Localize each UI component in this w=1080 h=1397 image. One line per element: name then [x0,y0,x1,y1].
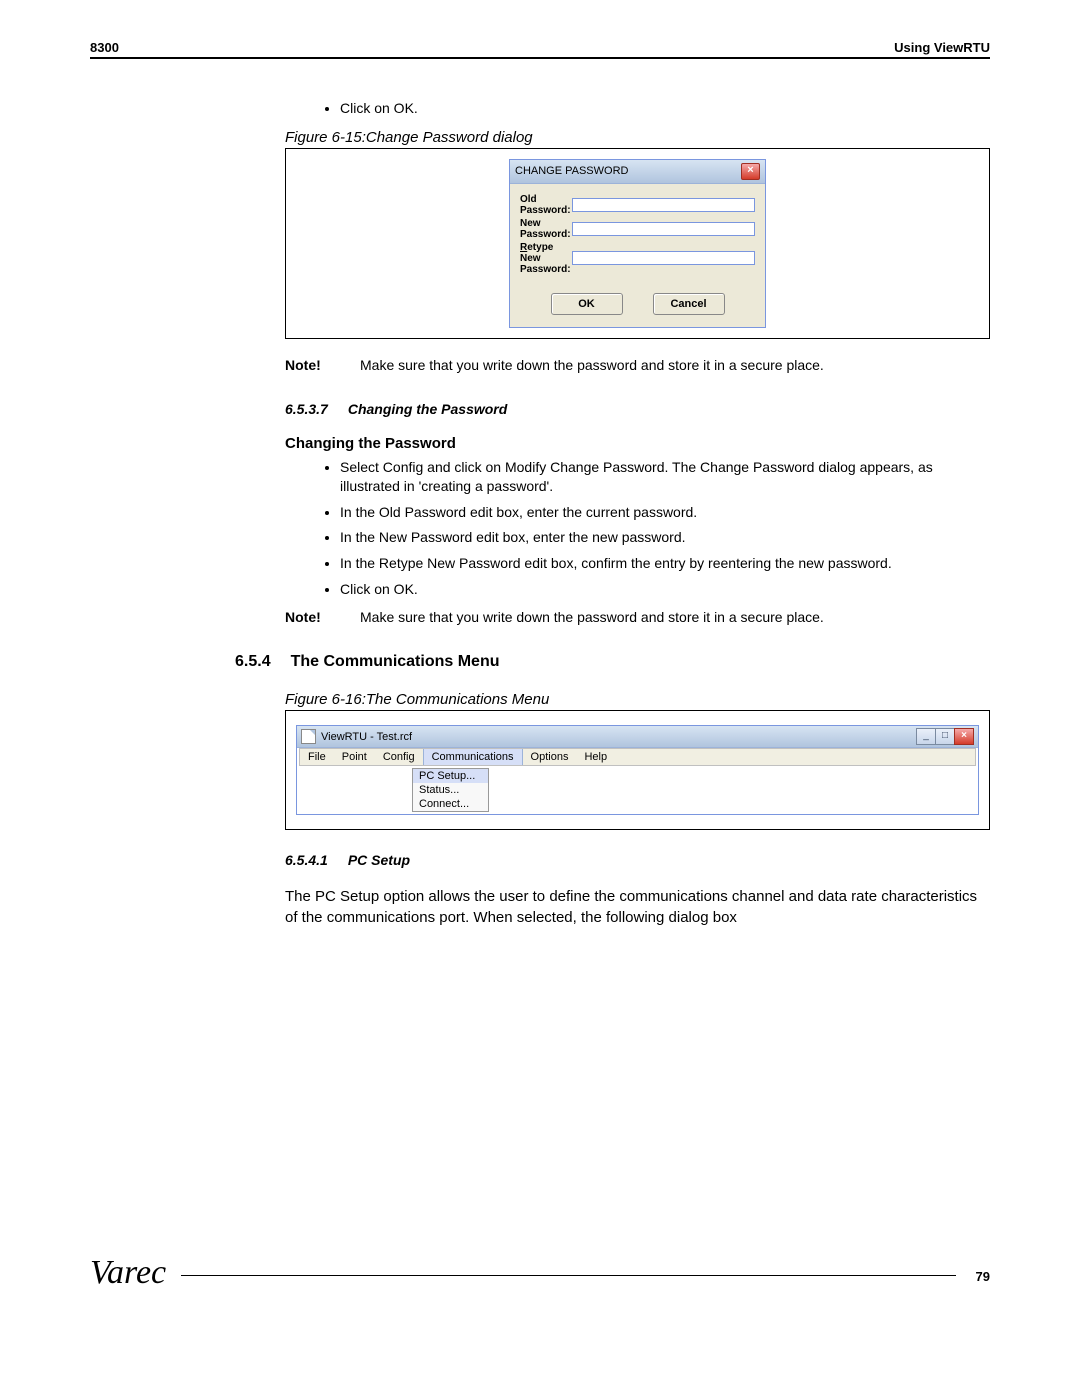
communications-dropdown: PC Setup... Status... Connect... [412,768,489,812]
varec-logo: Varec [90,1254,181,1292]
list-item: In the New Password edit box, enter the … [340,528,990,548]
close-icon[interactable]: × [954,728,974,745]
note-text: Make sure that you write down the passwo… [360,609,824,625]
heading-title: Changing the Password [348,401,507,417]
window-title: ViewRTU - Test.rcf [321,731,412,743]
menu-options[interactable]: Options [523,749,577,765]
new-password-input[interactable] [572,222,755,236]
maximize-icon[interactable]: □ [935,728,955,745]
list-item: In the Old Password edit box, enter the … [340,503,990,523]
figure-box-1: CHANGE PASSWORD × Old Password: New Pass… [285,149,990,339]
minimize-icon[interactable]: _ [916,728,936,745]
note-1: Note! Make sure that you write down the … [285,357,990,373]
retype-password-input[interactable] [572,251,755,265]
changing-password-heading: Changing the Password [285,435,990,452]
heading-title: PC Setup [348,852,410,868]
page-footer: Varec 79 [90,1248,990,1286]
menu-item-pc-setup[interactable]: PC Setup... [413,769,488,783]
list-item: Click on OK. [340,580,990,600]
heading-6541: 6.5.4.1 PC Setup [285,852,990,868]
note-label: Note! [285,357,360,373]
menu-config[interactable]: Config [375,749,423,765]
page-number: 79 [956,1269,990,1284]
figure-caption-2: Figure 6-16:The Communications Menu [285,691,990,711]
menu-bar: File Point Config Communications Options… [299,748,976,766]
old-password-label: Old Password: [520,194,572,216]
menu-file[interactable]: File [300,749,334,765]
figure-box-2: ViewRTU - Test.rcf _ □ × File Point Conf… [285,711,990,830]
note-2: Note! Make sure that you write down the … [285,609,990,625]
pc-setup-paragraph: The PC Setup option allows the user to d… [285,886,990,928]
menu-item-connect[interactable]: Connect... [413,797,488,811]
window-controls: _ □ × [917,728,974,745]
list-item: In the Retype New Password edit box, con… [340,554,990,574]
heading-title: The Communications Menu [291,653,500,671]
intro-list: Click on OK. [285,99,990,119]
ok-button[interactable]: OK [551,293,623,315]
viewrtu-window: ViewRTU - Test.rcf _ □ × File Point Conf… [296,725,979,815]
header-left: 8300 [90,40,119,55]
heading-number: 6.5.3.7 [285,401,328,417]
list-item: Click on OK. [340,99,990,119]
header-right: Using ViewRTU [894,40,990,55]
dialog-titlebar: CHANGE PASSWORD × [510,160,765,184]
heading-654: 6.5.4 The Communications Menu [235,653,990,671]
footer-rule [181,1275,955,1276]
list-item: Select Config and click on Modify Change… [340,458,990,497]
change-password-dialog: CHANGE PASSWORD × Old Password: New Pass… [509,159,766,328]
page-header: 8300 Using ViewRTU [90,40,990,59]
dialog-title: CHANGE PASSWORD [515,165,628,177]
heading-number: 6.5.4 [235,653,271,671]
menu-help[interactable]: Help [576,749,615,765]
new-password-label: New Password: [520,218,572,240]
heading-6537: 6.5.3.7 Changing the Password [285,401,990,417]
figure-caption-1: Figure 6-15:Change Password dialog [285,129,990,149]
old-password-input[interactable] [572,198,755,212]
retype-password-label: Retype New Password: [520,242,572,275]
cancel-button[interactable]: Cancel [653,293,725,315]
window-titlebar: ViewRTU - Test.rcf _ □ × [297,726,978,748]
close-icon[interactable]: × [741,163,760,180]
menu-communications[interactable]: Communications [423,749,523,765]
menu-point[interactable]: Point [334,749,375,765]
menu-item-status[interactable]: Status... [413,783,488,797]
note-label: Note! [285,609,360,625]
note-text: Make sure that you write down the passwo… [360,357,824,373]
changing-password-list: Select Config and click on Modify Change… [285,458,990,600]
document-icon [301,729,316,744]
heading-number: 6.5.4.1 [285,852,328,868]
